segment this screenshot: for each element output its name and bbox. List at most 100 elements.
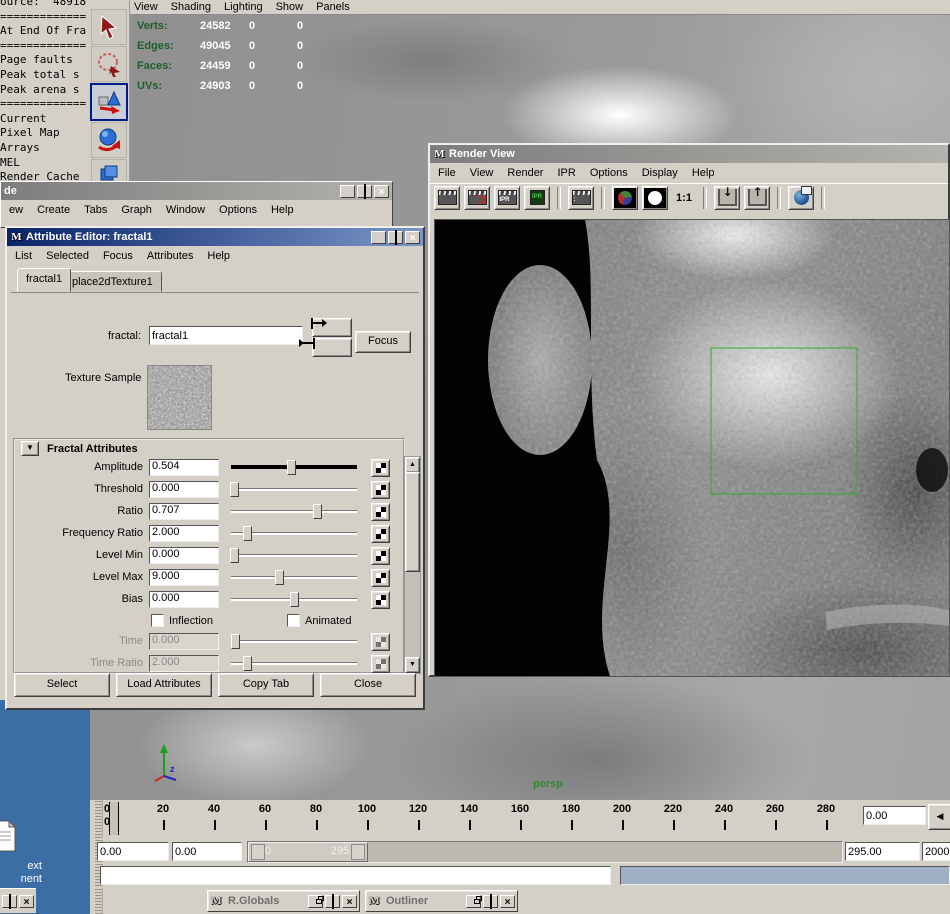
checkbox-box[interactable] — [287, 614, 300, 627]
map-texture-icon[interactable] — [371, 569, 390, 587]
attribute-value-field[interactable]: 0.000 — [149, 481, 219, 498]
current-time-field[interactable] — [863, 806, 926, 825]
hypershade-menu-create[interactable]: Create — [37, 204, 70, 216]
slider-thumb[interactable] — [275, 570, 284, 585]
maximize-icon[interactable] — [325, 895, 340, 908]
attribute-value-field[interactable]: 0.000 — [149, 591, 219, 608]
load-attributes-button[interactable]: Load Attributes — [116, 673, 212, 697]
slider-thumb[interactable] — [287, 460, 296, 475]
attribute-slider[interactable] — [231, 482, 357, 497]
text-document-icon[interactable] — [0, 820, 17, 852]
select-tool-icon[interactable] — [91, 9, 127, 45]
attribute-slider[interactable] — [231, 504, 357, 519]
checkbox-inflection[interactable]: Inflection — [151, 614, 213, 627]
slider-thumb[interactable] — [243, 526, 252, 541]
select-button[interactable]: Select — [14, 673, 110, 697]
hypershade-menu-options[interactable]: Options — [219, 204, 257, 216]
attribute-editor-menu-attributes[interactable]: Attributes — [147, 250, 193, 262]
attribute-editor-menu-selected[interactable]: Selected — [46, 250, 89, 262]
render-view-menu-file[interactable]: File — [438, 167, 456, 179]
range-start-field[interactable] — [97, 842, 169, 861]
render-view-titlebar[interactable]: M Render View — [430, 145, 948, 163]
animation-end-field[interactable] — [922, 842, 950, 861]
viewport-menu-panels[interactable]: Panels — [316, 1, 350, 13]
hypershade-menu-help[interactable]: Help — [271, 204, 294, 216]
hypershade-titlebar[interactable]: de × — [1, 182, 392, 200]
show-input-connections-icon[interactable] — [312, 318, 352, 337]
range-start-handle[interactable] — [251, 844, 265, 860]
viewport-menu-show[interactable]: Show — [276, 1, 304, 13]
render-view-menu-display[interactable]: Display — [642, 167, 678, 179]
attribute-value-field[interactable]: 9.000 — [149, 569, 219, 586]
restore-icon[interactable] — [308, 895, 323, 908]
render-view-menu-help[interactable]: Help — [692, 167, 715, 179]
maximize-icon[interactable] — [388, 231, 403, 244]
attribute-slider[interactable] — [231, 548, 357, 563]
attribute-value-field[interactable]: 0.504 — [149, 459, 219, 476]
hypershade-menu-graph[interactable]: Graph — [121, 204, 152, 216]
attribute-editor-menu-help[interactable]: Help — [207, 250, 230, 262]
time-slider-drag-handle[interactable] — [95, 800, 103, 838]
rotate-tool-icon[interactable] — [91, 122, 127, 158]
maximize-icon[interactable] — [483, 895, 498, 908]
scroll-up-icon[interactable]: ▲ — [405, 457, 420, 473]
show-output-connections-icon[interactable] — [312, 338, 352, 357]
attribute-editor-menu-focus[interactable]: Focus — [103, 250, 133, 262]
map-texture-icon[interactable] — [371, 503, 390, 521]
map-texture-icon[interactable] — [371, 591, 390, 609]
slider-thumb[interactable] — [230, 548, 239, 563]
close-icon[interactable]: × — [405, 231, 420, 244]
attribute-value-field[interactable]: 0.707 — [149, 503, 219, 520]
map-texture-icon[interactable] — [371, 459, 390, 477]
range-end-handle[interactable] — [351, 844, 365, 860]
viewport-menu-lighting[interactable]: Lighting — [224, 1, 263, 13]
hypershade-menu-tabs[interactable]: Tabs — [84, 204, 107, 216]
render-view-menu-ipr[interactable]: IPR — [557, 167, 575, 179]
remove-image-icon[interactable]: ↑ — [744, 186, 770, 210]
attribute-value-field[interactable]: 0.000 — [149, 547, 219, 564]
maximize-icon[interactable] — [2, 895, 17, 908]
scroll-down-icon[interactable]: ▼ — [405, 657, 420, 673]
rendered-image[interactable] — [434, 219, 950, 677]
scrollbar-thumb[interactable] — [405, 472, 420, 572]
rewind-button[interactable]: ◀ — [928, 804, 950, 830]
render-globals-icon[interactable] — [788, 186, 814, 210]
map-texture-icon[interactable] — [371, 481, 390, 499]
playback-range-bar[interactable]: 0 295 — [248, 842, 368, 862]
attribute-editor-titlebar[interactable]: M Attribute Editor: fractal1 × — [7, 228, 423, 246]
playback-end-field[interactable] — [845, 842, 920, 861]
close-button[interactable]: Close — [320, 673, 416, 697]
viewport-menu-shading[interactable]: Shading — [171, 1, 211, 13]
section-header[interactable]: ▼ Fractal Attributes — [15, 440, 403, 457]
copy-tab-button[interactable]: Copy Tab — [218, 673, 314, 697]
checkbox-box[interactable] — [151, 614, 164, 627]
ipr-render-icon[interactable]: IPR — [494, 186, 520, 210]
close-icon[interactable]: × — [342, 895, 357, 908]
render-view-menu-options[interactable]: Options — [590, 167, 628, 179]
minimized-window-rglobals[interactable]: MR.Globals× — [207, 890, 360, 912]
node-name-field[interactable] — [149, 326, 303, 345]
render-view-menu-view[interactable]: View — [470, 167, 494, 179]
attribute-editor-menu-list[interactable]: List — [15, 250, 32, 262]
slider-thumb[interactable] — [290, 592, 299, 607]
attribute-value-field[interactable]: 2.000 — [149, 525, 219, 542]
ipr-refresh-icon[interactable]: IPR — [524, 186, 550, 210]
restore-icon[interactable] — [466, 895, 481, 908]
render-view-menu-render[interactable]: Render — [507, 167, 543, 179]
snapshot-icon[interactable]: : — [568, 186, 594, 210]
attribute-slider[interactable] — [231, 570, 357, 585]
slider-thumb[interactable] — [313, 504, 322, 519]
attribute-slider[interactable] — [231, 460, 357, 475]
minimize-icon[interactable] — [371, 231, 386, 244]
range-slider-track[interactable]: 0 295 — [247, 841, 843, 863]
attribute-slider[interactable] — [231, 592, 357, 607]
hypershade-menu-window[interactable]: Window — [166, 204, 205, 216]
attribute-slider[interactable] — [231, 526, 357, 541]
playback-start-field[interactable] — [172, 842, 242, 861]
move-tool-icon[interactable] — [90, 83, 128, 121]
map-texture-icon[interactable] — [371, 547, 390, 565]
close-icon[interactable]: × — [500, 895, 515, 908]
command-line-input[interactable] — [100, 866, 611, 885]
time-slider[interactable]: 0 0 204060801001201401601802002202402602… — [103, 800, 855, 838]
render-region-icon[interactable] — [464, 186, 490, 210]
